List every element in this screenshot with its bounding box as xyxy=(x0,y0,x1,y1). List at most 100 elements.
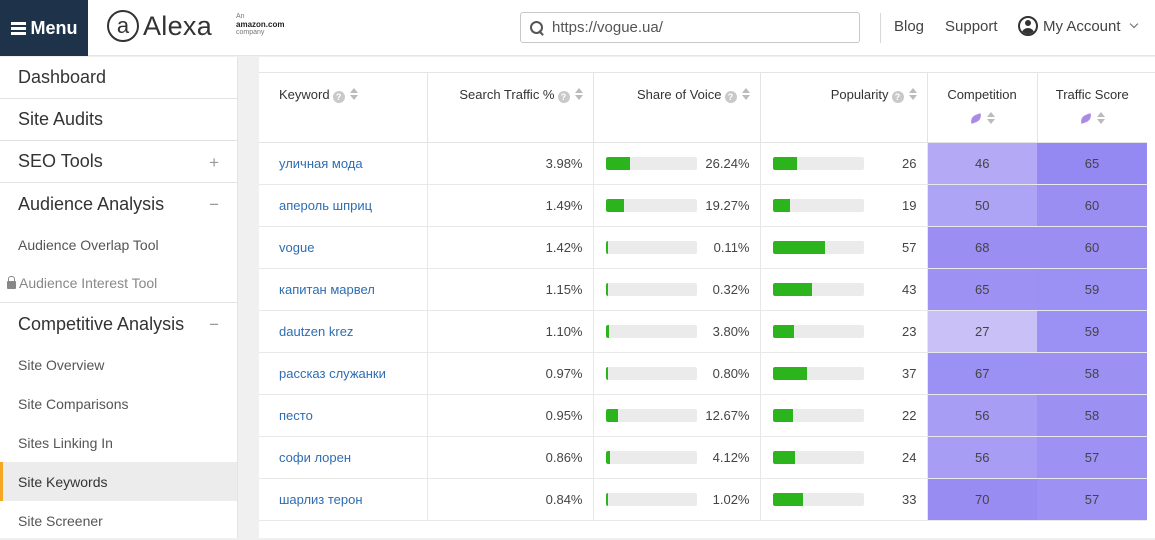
popularity-bar xyxy=(772,366,864,380)
keyword-link[interactable]: шарлиз терон xyxy=(279,492,363,507)
keyword-link[interactable]: vogue xyxy=(279,240,314,255)
share-of-voice-cell: 0.11% xyxy=(593,226,761,269)
share-of-voice-bar xyxy=(605,408,697,422)
lock-icon xyxy=(7,275,16,289)
sidebar-sub-label: Site Keywords xyxy=(18,473,108,490)
alexa-logo[interactable]: a Alexa xyxy=(107,9,212,43)
share-of-voice-cell: 1.02% xyxy=(593,478,761,521)
popularity-bar xyxy=(772,492,864,506)
sidebar-item-label: Site Audits xyxy=(18,109,104,129)
search-traffic-cell: 1.15% xyxy=(427,268,594,311)
popularity-value: 23 xyxy=(902,323,917,339)
sidebar-item-label: Dashboard xyxy=(18,67,107,87)
sort-icon[interactable] xyxy=(741,88,750,100)
popularity-bar xyxy=(772,282,864,296)
bar-fill xyxy=(772,408,793,422)
share-of-voice-cell: 12.67% xyxy=(593,394,761,437)
traffic-score-cell: 57 xyxy=(1037,478,1147,521)
share-of-voice-cell: 0.80% xyxy=(593,352,761,395)
sidebar-sub-audience-overlap[interactable]: Audience Overlap Tool xyxy=(0,225,237,264)
share-of-voice-value: 4.12% xyxy=(712,449,750,465)
share-of-voice-value: 0.80% xyxy=(712,365,750,381)
share-of-voice-cell: 0.32% xyxy=(593,268,761,311)
share-of-voice-value: 0.32% xyxy=(712,281,750,297)
help-icon[interactable]: ? xyxy=(332,91,345,103)
keyword-link[interactable]: рассказ служанки xyxy=(279,366,386,381)
keyword-link[interactable]: капитан марвел xyxy=(279,282,375,297)
bar-fill xyxy=(772,156,797,170)
competition-cell: 27 xyxy=(927,310,1037,353)
panel-top-strip xyxy=(259,57,1155,73)
col-share-of-voice[interactable]: Share of Voice? xyxy=(593,73,761,143)
sidebar-sub-site-comparisons[interactable]: Site Comparisons xyxy=(0,384,237,423)
sidebar-sub-audience-interest[interactable]: Audience Interest Tool xyxy=(0,264,237,303)
sidebar-item-dashboard[interactable]: Dashboard xyxy=(0,57,237,99)
col-label: Share of Voice xyxy=(636,87,722,102)
share-of-voice-bar xyxy=(605,450,697,464)
table-header-row: Keyword? Search Traffic %? Share of Voic… xyxy=(259,73,1147,143)
popularity-cell: 19 xyxy=(760,184,928,227)
share-of-voice-bar xyxy=(605,198,697,212)
share-of-voice-cell: 19.27% xyxy=(593,184,761,227)
keyword-link[interactable]: софи лорен xyxy=(279,450,351,465)
hamburger-icon xyxy=(10,21,26,35)
keyword-link[interactable]: dautzen krez xyxy=(279,324,353,339)
popularity-value: 57 xyxy=(902,239,917,255)
table-row: vogue 1.42% 0.11% 57 68 60 xyxy=(259,226,1147,269)
col-popularity[interactable]: Popularity? xyxy=(760,73,928,143)
sort-icon[interactable] xyxy=(986,112,995,124)
sidebar-sub-site-screener[interactable]: Site Screener xyxy=(0,501,237,540)
table-row: dautzen krez 1.10% 3.80% 23 27 59 xyxy=(259,310,1147,353)
sort-icon[interactable] xyxy=(574,88,583,100)
col-traffic-score[interactable]: Traffic Score xyxy=(1037,73,1147,143)
sidebar-sub-site-overview[interactable]: Site Overview xyxy=(0,345,237,384)
blog-link[interactable]: Blog xyxy=(894,18,924,35)
sidebar-item-audience-analysis[interactable]: Audience Analysis − xyxy=(0,183,237,225)
leaf-icon xyxy=(968,112,983,124)
competition-cell: 56 xyxy=(927,394,1037,437)
help-icon[interactable]: ? xyxy=(557,91,570,103)
help-icon[interactable]: ? xyxy=(891,91,904,103)
header-divider xyxy=(880,13,881,43)
sidebar-item-seo-tools[interactable]: SEO Tools + xyxy=(0,141,237,183)
traffic-score-cell: 59 xyxy=(1037,268,1147,311)
table-body: уличная мода 3.98% 26.24% 26 46 65 аперо… xyxy=(259,142,1147,521)
keyword-link[interactable]: уличная мода xyxy=(279,156,363,171)
competition-cell: 56 xyxy=(927,436,1037,479)
competition-cell: 67 xyxy=(927,352,1037,395)
amazon-company: company xyxy=(236,29,265,36)
keyword-cell: шарлиз терон xyxy=(259,478,428,521)
sidebar-sub-label: Site Screener xyxy=(18,512,103,529)
search-traffic-cell: 0.86% xyxy=(427,436,594,479)
sidebar-sub-sites-linking-in[interactable]: Sites Linking In xyxy=(0,423,237,462)
keywords-panel: Keyword? Search Traffic %? Share of Voic… xyxy=(259,57,1155,538)
col-keyword[interactable]: Keyword? xyxy=(259,73,428,143)
sidebar-sub-site-keywords[interactable]: Site Keywords xyxy=(0,462,237,501)
keyword-link[interactable]: апероль шприц xyxy=(279,198,372,213)
keyword-cell: апероль шприц xyxy=(259,184,428,227)
my-account-menu[interactable]: My Account xyxy=(1018,16,1138,36)
sort-icon[interactable] xyxy=(1096,112,1105,124)
traffic-score-cell: 60 xyxy=(1037,226,1147,269)
share-of-voice-bar xyxy=(605,324,697,338)
support-link[interactable]: Support xyxy=(945,18,998,35)
share-of-voice-bar xyxy=(605,282,697,296)
bar-fill xyxy=(772,324,794,338)
competition-cell: 65 xyxy=(927,268,1037,311)
sidebar-item-site-audits[interactable]: Site Audits xyxy=(0,99,237,141)
menu-button[interactable]: Menu xyxy=(0,0,88,56)
traffic-score-cell: 58 xyxy=(1037,394,1147,437)
search-input[interactable] xyxy=(552,19,852,36)
sort-icon[interactable] xyxy=(908,88,917,100)
keyword-cell: уличная мода xyxy=(259,142,428,185)
traffic-score-cell: 57 xyxy=(1037,436,1147,479)
table-row: апероль шприц 1.49% 19.27% 19 50 60 xyxy=(259,184,1147,227)
help-icon[interactable]: ? xyxy=(724,91,737,103)
traffic-score-cell: 65 xyxy=(1037,142,1147,185)
sidebar-item-competitive-analysis[interactable]: Competitive Analysis − xyxy=(0,303,237,345)
amazon-company-tag: An amazon.com company xyxy=(236,13,284,37)
col-competition[interactable]: Competition xyxy=(927,73,1038,143)
sort-icon[interactable] xyxy=(349,88,358,100)
keyword-link[interactable]: песто xyxy=(279,408,313,423)
col-search-traffic[interactable]: Search Traffic %? xyxy=(427,73,594,143)
